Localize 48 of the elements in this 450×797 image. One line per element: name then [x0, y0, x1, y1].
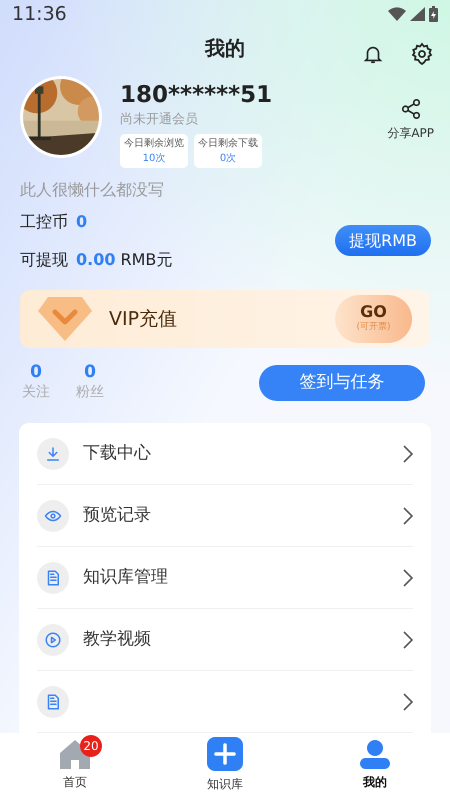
membership-status: 尚未开通会员 [120, 111, 199, 130]
menu-item[interactable]: 教学视频 [37, 609, 413, 671]
withdraw-label: 可提现 [20, 248, 68, 271]
chevron-right-icon [403, 568, 413, 586]
tasks-button[interactable]: 签到与任务 [259, 364, 425, 400]
menu-label: 知识库管理 [83, 566, 168, 589]
chevron-right-icon [403, 444, 413, 462]
user-phone: 180******51 [120, 81, 272, 110]
menu-label: 教学视频 [83, 628, 151, 651]
menu-item[interactable]: 预览记录 [37, 485, 413, 547]
chevron-right-icon [403, 630, 413, 648]
coins-label: 工控币 [20, 210, 68, 233]
go-label: GO [360, 303, 387, 321]
wifi-icon [388, 7, 406, 22]
share-icon [400, 98, 422, 120]
user-bio: 此人很懒什么都没写 [20, 178, 165, 201]
plus-icon [207, 737, 243, 771]
vip-badge-icon [38, 296, 92, 342]
quota-label: 今日剩余浏览 [124, 136, 184, 151]
coins-value: 0 [76, 210, 88, 233]
menu-item[interactable]: 知识库管理 [37, 547, 413, 609]
invoice-note: (可开票) [356, 321, 391, 334]
page-title: 我的 [205, 35, 245, 62]
quota-value: 10次 [142, 152, 166, 166]
quota-value: 0次 [220, 152, 236, 166]
menu-item[interactable]: 下载中心 [37, 423, 413, 485]
status-time: 11:36 [12, 2, 67, 27]
vip-go-button[interactable]: GO (可开票) [335, 294, 412, 343]
notification-badge: 20 [80, 735, 102, 757]
menu-label: 预览记录 [83, 504, 151, 527]
withdraw-button[interactable]: 提现RMB [335, 225, 431, 256]
person-icon [359, 739, 391, 769]
share-button[interactable]: 分享APP [387, 98, 434, 142]
chevron-right-icon [403, 506, 413, 524]
battery-icon [429, 6, 438, 22]
play-icon [44, 630, 62, 648]
settings-icon [410, 42, 434, 66]
chevron-right-icon [403, 692, 413, 710]
quota-label: 今日剩余下载 [198, 136, 258, 151]
menu-label: 下载中心 [83, 442, 151, 465]
download-icon [44, 444, 62, 462]
nav-tab[interactable]: 我的 [300, 739, 450, 791]
withdraw-unit: RMB元 [120, 248, 172, 271]
signal-icon [410, 7, 425, 22]
withdraw-amount: 0.00 [76, 248, 116, 271]
vip-label: VIP充值 [109, 306, 178, 332]
settings-button[interactable] [410, 42, 434, 66]
nav-tab[interactable]: 知识库 [150, 737, 300, 793]
